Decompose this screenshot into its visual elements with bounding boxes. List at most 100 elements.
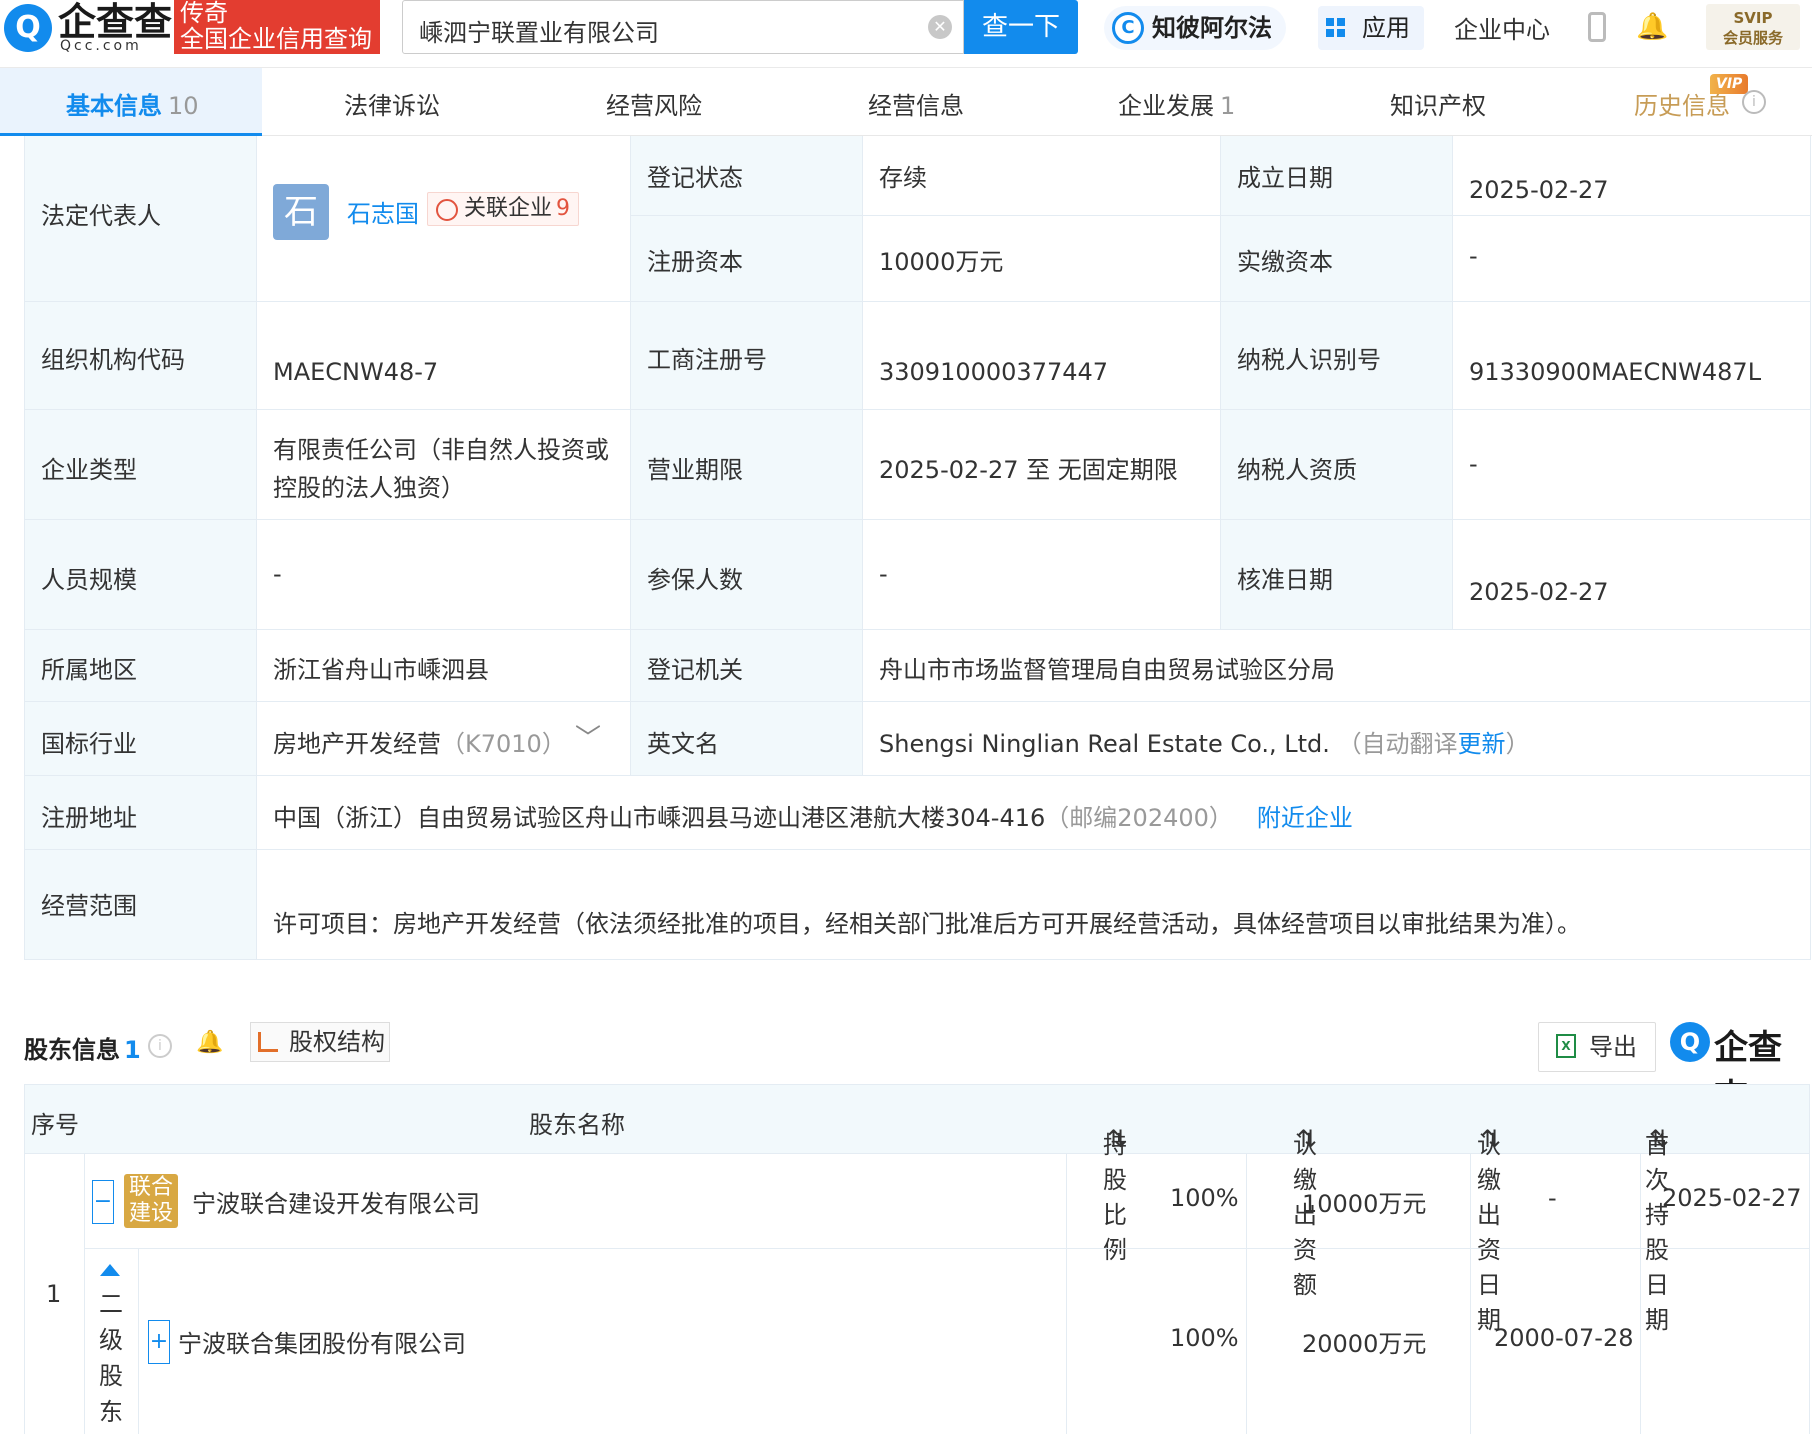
translate-update-link[interactable]: 更新 — [1458, 730, 1506, 758]
shareholder-ratio: 100% — [1170, 1184, 1239, 1212]
shareholder-section-title: 股东信息 1 — [24, 1030, 141, 1065]
tab-legal[interactable]: 法律诉讼 — [344, 86, 440, 121]
sort-icon: ⇅ — [1649, 1125, 1670, 1153]
english-label: 英文名 — [647, 730, 719, 758]
related-label: 关联企业 — [464, 196, 553, 221]
region-label: 所属地区 — [41, 656, 137, 684]
table-border — [24, 1154, 25, 1434]
english-value-cell: Shengsi Ninglian Real Estate Co., Ltd. （… — [863, 702, 1811, 776]
address-value-cell: 中国（浙江）自由贸易试验区舟山市嵊泗县马迹山港区港航大楼304-416（邮编20… — [257, 776, 1811, 850]
reg-status-label-cell: 登记状态 — [631, 136, 863, 216]
address-value: 中国（浙江）自由贸易试验区舟山市嵊泗县马迹山港区港航大楼304-416 — [273, 804, 1046, 832]
shareholder-first-date: 2025-02-27 — [1662, 1184, 1802, 1212]
shareholder-amount: 10000万元 — [1302, 1190, 1427, 1218]
translate-note-close: ） — [1505, 730, 1530, 758]
region-value-cell: 浙江省舟山市嵊泗县 — [257, 630, 631, 702]
ent-type-value-cell: 有限责任公司（非自然人投资或 控股的法人独资） — [257, 410, 631, 520]
authority-value: 舟山市市场监督管理局自由贸易试验区分局 — [879, 656, 1335, 684]
found-date-label-cell: 成立日期 — [1221, 136, 1453, 216]
ent-type-value-line2: 控股的法人独资） — [273, 474, 465, 502]
table-border — [138, 1248, 139, 1434]
collapse-toggle[interactable]: − — [92, 1180, 114, 1224]
clear-search-icon[interactable]: ✕ — [928, 15, 952, 39]
region-label-cell: 所属地区 — [25, 630, 257, 702]
found-date-value: 2025-02-27 — [1469, 176, 1609, 204]
tax-id-value: 91330900MAECNW487L — [1469, 358, 1762, 386]
org-code-label: 组织机构代码 — [41, 346, 185, 374]
info-icon[interactable]: i — [1742, 90, 1766, 114]
logo-domain: Qcc.com — [60, 38, 142, 54]
chevron-down-icon[interactable]: ﹀ — [575, 718, 601, 755]
tax-qual-value-cell: - — [1453, 410, 1811, 520]
tab-basic-info[interactable]: 基本信息 10 — [66, 86, 199, 121]
col-sub-date-label: 认缴出资日期 — [1477, 1131, 1501, 1334]
search-button[interactable]: 查一下 — [964, 0, 1078, 54]
authority-label: 登记机关 — [647, 656, 743, 684]
related-count: 9 — [556, 196, 571, 221]
company-logo-line1: 联合 — [128, 1175, 173, 1200]
approve-date-value: 2025-02-27 — [1469, 578, 1609, 606]
term-value: 2025-02-27 至 无固定期限 — [879, 456, 1178, 484]
nearby-companies-link[interactable]: 附近企业 — [1257, 804, 1353, 832]
tab-development[interactable]: 企业发展 1 — [1118, 86, 1235, 121]
approve-label-cell: 核准日期 — [1221, 520, 1453, 630]
scope-label-cell: 经营范围 — [25, 850, 257, 960]
term-label-cell: 营业期限 — [631, 410, 863, 520]
paid-capital-label: 实缴资本 — [1237, 248, 1333, 276]
legal-rep-avatar[interactable]: 石 — [273, 184, 329, 240]
english-name: Shengsi Ninglian Real Estate Co., Ltd. — [879, 730, 1330, 758]
legal-rep-label: 法定代表人 — [41, 202, 161, 230]
collapse-arrow-icon[interactable] — [100, 1264, 120, 1276]
info-icon[interactable]: i — [148, 1034, 172, 1058]
related-companies-badge[interactable]: 关联企业 9 — [427, 192, 580, 226]
vip-badge: VIP — [1710, 74, 1749, 94]
tab-ip[interactable]: 知识产权 — [1390, 86, 1486, 121]
table-border — [1066, 1154, 1067, 1434]
company-logo: 联合 建设 — [124, 1174, 178, 1228]
svip-sub-label: 会员服务 — [1722, 29, 1783, 47]
col-index: 序号 — [31, 1111, 79, 1139]
staff-label-cell: 人员规模 — [25, 520, 257, 630]
tax-id-label-cell: 纳税人识别号 — [1221, 302, 1453, 410]
table-border — [84, 1248, 1810, 1249]
slogan-line2: 全国企业信用查询 — [180, 25, 372, 53]
tab-operation-info[interactable]: 经营信息 — [868, 86, 964, 121]
paid-capital-value-cell: - — [1453, 216, 1811, 302]
tax-qual-label: 纳税人资质 — [1237, 456, 1357, 484]
org-code-label-cell: 组织机构代码 — [25, 302, 257, 410]
tab-operation-risk[interactable]: 经营风险 — [606, 86, 702, 121]
industry-name: 房地产开发经营 — [273, 730, 441, 758]
found-date-value-cell: 2025-02-27 — [1453, 136, 1811, 216]
mobile-phone-icon[interactable] — [1588, 12, 1606, 42]
shareholder-table-header: 序号 股东名称 持股比例 ⇅ 认缴出资额 ⇅ 认缴出资日期 ⇅ 首次持股日期 ⇅ — [24, 1084, 1810, 1334]
top-bar: Q 企查查 Qcc.com 传奇 全国企业信用查询 嵊泗宁联置业有限公司 ✕ 查… — [0, 0, 1812, 84]
table-border — [84, 1154, 85, 1434]
industry-value[interactable]: 房地产开发经营（K7010） — [273, 724, 566, 759]
authority-value-cell: 舟山市市场监督管理局自由贸易试验区分局 — [863, 630, 1811, 702]
tax-qual-label-cell: 纳税人资质 — [1221, 410, 1453, 520]
apps-label: 应用 — [1362, 14, 1410, 42]
shareholder-count: 1 — [124, 1036, 141, 1064]
sub-shareholder-ratio: 100% — [1170, 1324, 1239, 1352]
sub-shareholder-name-link[interactable]: 宁波联合集团股份有限公司 — [178, 1324, 466, 1359]
search-input[interactable]: 嵊泗宁联置业有限公司 — [402, 0, 964, 54]
shareholder-name-link[interactable]: 宁波联合建设开发有限公司 — [192, 1184, 480, 1219]
qcc-logo-icon[interactable]: Q — [4, 4, 52, 52]
watch-bell-icon[interactable]: 🔔 — [196, 1030, 223, 1055]
expand-toggle[interactable]: + — [148, 1320, 170, 1364]
sub-shareholder-sub-date: 2000-07-28 — [1494, 1324, 1634, 1352]
col-name: 股东名称 — [529, 1111, 625, 1139]
legal-rep-name-link[interactable]: 石志国 — [347, 194, 419, 229]
ent-type-label: 企业类型 — [41, 456, 137, 484]
svip-button[interactable]: SVIP 会员服务 — [1706, 4, 1800, 50]
biz-reg-label: 工商注册号 — [647, 346, 767, 374]
enterprise-center-link[interactable]: 企业中心 — [1454, 10, 1550, 45]
staff-value-cell: - — [257, 520, 631, 630]
notification-bell-icon[interactable]: 🔔 — [1636, 12, 1668, 42]
insured-value: - — [879, 560, 888, 588]
sort-icon: ⇅ — [1297, 1125, 1318, 1153]
org-code-value: MAECNW48-7 — [273, 358, 439, 386]
biz-reg-label-cell: 工商注册号 — [631, 302, 863, 410]
svip-label: SVIP — [1733, 9, 1773, 27]
company-logo-line2: 建设 — [128, 1201, 173, 1226]
